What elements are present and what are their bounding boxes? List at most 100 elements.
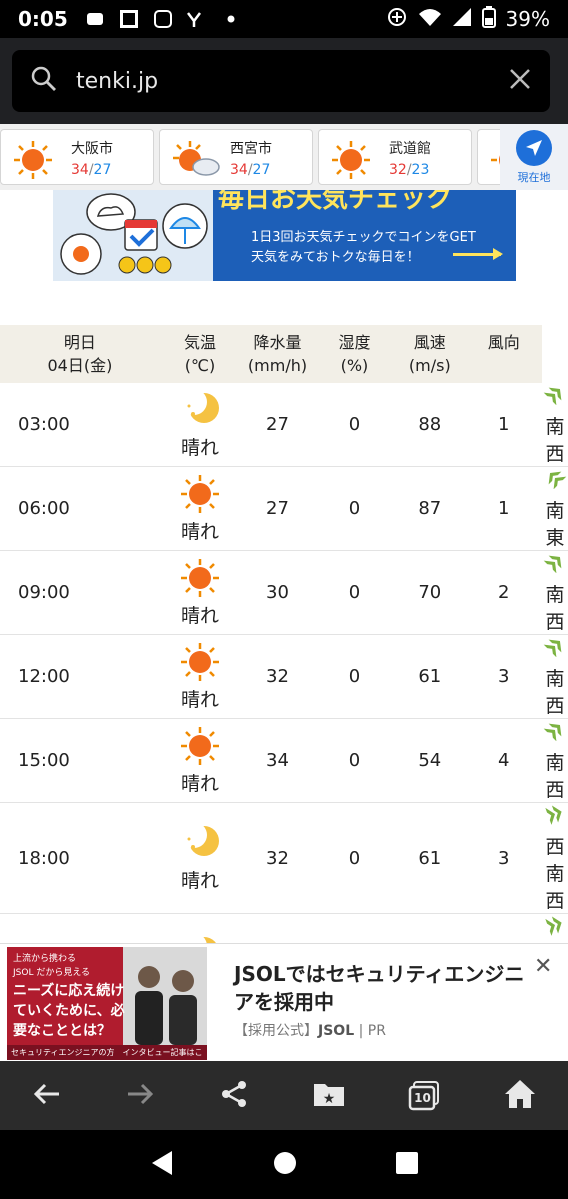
ad-source: 【採用公式】JSOL | PR bbox=[234, 1023, 386, 1039]
yahoo-icon bbox=[186, 8, 208, 30]
ad-photo bbox=[123, 947, 207, 1060]
sun-icon bbox=[180, 642, 220, 687]
city-low: 27 bbox=[252, 162, 271, 178]
dot-icon bbox=[220, 8, 242, 30]
battery-icon bbox=[481, 5, 496, 33]
row-temp: 27 bbox=[266, 414, 289, 435]
wind-arrow-icon bbox=[542, 803, 568, 830]
system-home-icon[interactable] bbox=[273, 1151, 297, 1179]
search-input[interactable]: tenki.jp bbox=[76, 69, 508, 94]
system-recents-icon[interactable] bbox=[396, 1151, 419, 1178]
city-name: 大阪市 bbox=[71, 141, 113, 157]
home-icon[interactable] bbox=[503, 1078, 537, 1114]
share-icon[interactable] bbox=[218, 1078, 250, 1114]
row-weather: 晴れ bbox=[160, 551, 240, 635]
ad-close-icon[interactable]: ✕ bbox=[534, 954, 552, 979]
banner-illustration bbox=[53, 190, 213, 281]
moon-icon bbox=[180, 388, 220, 435]
row-precip: 0 bbox=[348, 847, 361, 869]
ad-banner[interactable]: 上流から携わる JSOL だから見える ニーズに応え続けていくために、必要なこと… bbox=[0, 943, 568, 1061]
city-card-osaka[interactable]: 大阪市 34/27 bbox=[0, 129, 154, 185]
signal-icon bbox=[452, 7, 472, 32]
row-temp: 30 bbox=[266, 582, 289, 603]
weather-text: 晴れ bbox=[181, 688, 220, 711]
wind-arrow-icon bbox=[542, 635, 568, 662]
notification-icon bbox=[84, 8, 106, 30]
current-location-button[interactable]: 現在地 bbox=[500, 124, 568, 190]
moon-icon bbox=[180, 822, 220, 868]
wind-arrow-icon bbox=[542, 383, 568, 410]
row-wind-dir: 西南西 bbox=[542, 803, 568, 914]
weather-text: 晴れ bbox=[181, 772, 220, 795]
sun-icon bbox=[14, 141, 52, 179]
browser-url-bar: tenki.jp bbox=[0, 38, 568, 124]
header-temp: 気温 (℃) bbox=[184, 333, 217, 375]
ad-image[interactable]: 上流から携わる JSOL だから見える ニーズに応え続けていくために、必要なこと… bbox=[7, 947, 207, 1060]
row-time: 12:00 bbox=[18, 666, 70, 687]
status-bar: 0:05 39% bbox=[0, 0, 568, 38]
ad-img-line3: ニーズに応え続けていくために、必要なこととは？ bbox=[13, 983, 125, 1039]
row-time: 06:00 bbox=[18, 498, 70, 519]
header-date: 明日 04日(金) bbox=[47, 333, 113, 375]
system-navigation-bar bbox=[0, 1130, 568, 1199]
current-location-label: 現在地 bbox=[517, 170, 551, 184]
row-humidity: 88 bbox=[418, 414, 442, 435]
row-weather: 晴れ bbox=[160, 635, 240, 719]
search-box[interactable]: tenki.jp bbox=[12, 50, 550, 112]
table-row: 18:00 晴れ 32 0 61 3 西南西 bbox=[0, 803, 568, 914]
wind-arrow-icon bbox=[542, 551, 568, 578]
row-weather: 晴れ bbox=[160, 383, 240, 467]
tabs-icon[interactable]: 10 bbox=[407, 1080, 441, 1112]
row-weather: 晴れ bbox=[160, 803, 240, 914]
clear-icon[interactable] bbox=[508, 67, 532, 95]
table-row: 06:00 晴れ 27 0 87 1 南東 bbox=[0, 467, 568, 551]
table-row: 15:00 晴れ 34 0 54 4 南西 bbox=[0, 719, 568, 803]
search-icon bbox=[30, 65, 58, 97]
row-precip: 0 bbox=[348, 414, 361, 435]
promo-banner[interactable]: 毎日お天気チェック 1日3回お天気チェックでコインをGET 天気をみておトクな毎… bbox=[53, 190, 516, 281]
city-card-budokan[interactable]: 武道館 32/23 bbox=[318, 129, 472, 185]
weather-text: 晴れ bbox=[181, 520, 220, 543]
city-high: 32 bbox=[389, 162, 407, 178]
forward-icon[interactable] bbox=[124, 1078, 156, 1114]
uniqlo-icon bbox=[118, 8, 140, 30]
weather-text: 晴れ bbox=[181, 436, 220, 459]
table-row: 03:00 晴れ 27 0 88 1 南西 bbox=[0, 383, 568, 467]
row-humidity: 87 bbox=[418, 498, 442, 519]
city-low: 27 bbox=[93, 162, 112, 178]
back-icon[interactable] bbox=[31, 1078, 63, 1114]
row-precip: 0 bbox=[348, 666, 361, 687]
header-wind-dir: 風向 bbox=[487, 333, 520, 352]
city-name: 西宮市 bbox=[230, 141, 272, 157]
row-wind-speed: 1 bbox=[498, 414, 510, 435]
wind-dir-text: 南西 bbox=[545, 584, 565, 633]
row-wind-dir: 南西 bbox=[542, 719, 568, 803]
row-wind-dir: 南西 bbox=[542, 383, 568, 467]
data-saver-icon bbox=[386, 6, 408, 33]
sun-icon bbox=[180, 474, 220, 519]
banner-headline: 毎日お天気チェック bbox=[218, 190, 453, 214]
row-humidity: 54 bbox=[418, 750, 442, 771]
table-row: 09:00 晴れ 30 0 70 2 南西 bbox=[0, 551, 568, 635]
row-time: 03:00 bbox=[18, 414, 70, 435]
row-precip: 0 bbox=[348, 498, 361, 519]
header-precip: 降水量 (mm/h) bbox=[247, 333, 308, 375]
ad-img-line2: JSOL だから見える bbox=[13, 968, 91, 978]
wifi-icon bbox=[418, 7, 442, 32]
city-card-nishinomiya[interactable]: 西宮市 34/27 bbox=[159, 129, 313, 185]
arrow-right-icon bbox=[453, 248, 503, 260]
row-precip: 0 bbox=[348, 750, 361, 771]
battery-percent: 39% bbox=[505, 7, 550, 31]
browser-toolbar: ★ 10 bbox=[0, 1061, 568, 1130]
row-wind-dir: 南西 bbox=[542, 635, 568, 719]
ad-title[interactable]: JSOLではセキュリティエンジニアを採用中 bbox=[234, 960, 526, 1016]
bookmarks-icon[interactable]: ★ bbox=[312, 1078, 346, 1114]
row-temp: 32 bbox=[266, 847, 289, 869]
ad-img-footer: セキュリティエンジニアの方 インタビュー記事はこちら bbox=[7, 1045, 207, 1060]
row-weather: 晴れ bbox=[160, 467, 240, 551]
city-high: 34 bbox=[230, 162, 248, 178]
system-back-icon[interactable] bbox=[150, 1150, 174, 1180]
row-time: 09:00 bbox=[18, 582, 70, 603]
wind-dir-text: 南西 bbox=[545, 752, 565, 801]
city-name: 武道館 bbox=[389, 141, 431, 157]
